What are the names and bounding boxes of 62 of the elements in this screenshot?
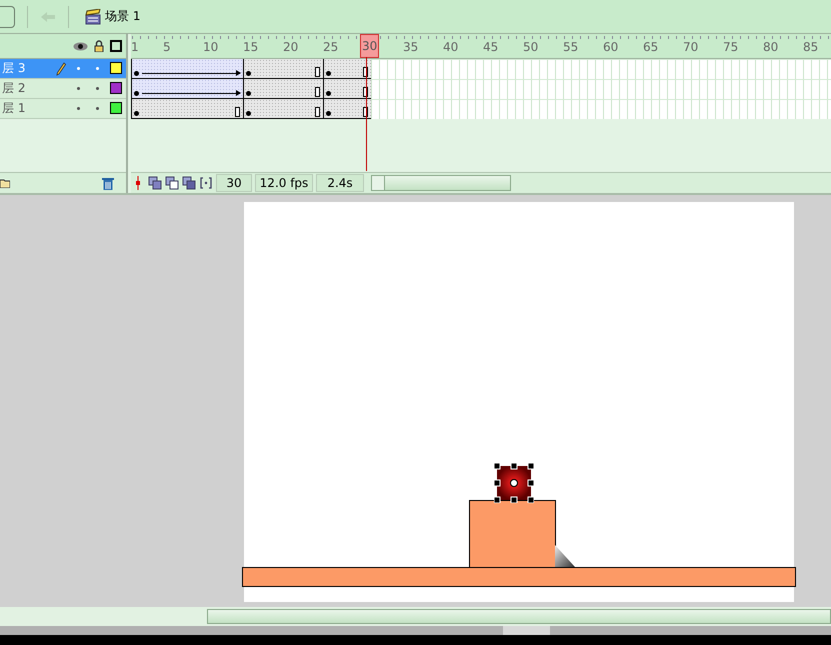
- panel-toggle-tab[interactable]: [503, 626, 550, 635]
- lock-icon[interactable]: [94, 40, 104, 52]
- eye-icon[interactable]: [73, 42, 88, 50]
- frame-span[interactable]: [243, 99, 323, 118]
- layer-row[interactable]: 层 1: [0, 99, 126, 119]
- multiple-frames-icon[interactable]: [182, 176, 196, 190]
- folder-icon[interactable]: [0, 178, 10, 188]
- frame-number: 20: [283, 40, 298, 54]
- lock-dot-icon[interactable]: [96, 107, 99, 110]
- frame-span[interactable]: [243, 79, 323, 98]
- frame-span[interactable]: [323, 59, 371, 78]
- trash-icon[interactable]: [102, 176, 114, 190]
- tween-span[interactable]: [131, 59, 243, 78]
- frame-number: 70: [683, 40, 698, 54]
- horizontal-scrollbar[interactable]: [371, 175, 511, 191]
- frame-number: 50: [523, 40, 538, 54]
- frame-number: 60: [603, 40, 618, 54]
- layer-color-swatch[interactable]: [110, 62, 122, 74]
- lock-dot-icon[interactable]: [96, 87, 99, 90]
- selected-square-drawing[interactable]: [494, 463, 534, 503]
- frame-span[interactable]: [243, 59, 323, 78]
- frame-number: 1: [131, 40, 139, 54]
- frame-span[interactable]: [131, 99, 243, 118]
- outline-icon[interactable]: [110, 40, 122, 52]
- frame-number: 5: [163, 40, 171, 54]
- frame-number: 35: [403, 40, 418, 54]
- tween-span[interactable]: [131, 79, 243, 98]
- visible-dot-icon[interactable]: [77, 67, 80, 70]
- onion-skin-icon[interactable]: [148, 176, 162, 190]
- frame-number: 40: [443, 40, 458, 54]
- clapperboard-icon: [85, 8, 101, 24]
- frame-span[interactable]: [323, 79, 371, 98]
- current-frame-field: 30: [216, 174, 252, 192]
- scroll-thumb[interactable]: [385, 176, 510, 190]
- elapsed-time-field: 2.4s: [316, 174, 364, 192]
- layer-color-swatch[interactable]: [110, 82, 122, 94]
- pencil-icon: [56, 62, 66, 76]
- frame-number: 85: [803, 40, 818, 54]
- visible-dot-icon[interactable]: [77, 87, 80, 90]
- frame-ruler[interactable]: 1 5 10 15 20 25 30 35 40 45 50 55 60 65 70 75 80 85: [131, 34, 831, 59]
- frame-number: 15: [243, 40, 258, 54]
- stage-scrollbar[interactable]: [207, 609, 831, 624]
- layer-color-swatch[interactable]: [110, 102, 122, 114]
- layer-row[interactable]: 层 3: [0, 59, 126, 79]
- wedge-drawing: [555, 545, 575, 567]
- onion-markers-icon[interactable]: [199, 176, 213, 190]
- frame-number: 25: [323, 40, 338, 54]
- frame-number: 30: [360, 34, 380, 58]
- frame-number: 80: [763, 40, 778, 54]
- frame-number: 45: [483, 40, 498, 54]
- frame-number: 10: [203, 40, 218, 54]
- frame-number: 55: [563, 40, 578, 54]
- lock-dot-icon[interactable]: [96, 67, 99, 70]
- toolbar-button[interactable]: [0, 6, 15, 28]
- visible-dot-icon[interactable]: [77, 107, 80, 110]
- scene-label[interactable]: 场景 1: [105, 8, 140, 25]
- frame-number: 65: [643, 40, 658, 54]
- layer-row[interactable]: 层 2: [0, 79, 126, 99]
- frame-number: 75: [723, 40, 738, 54]
- frame-span[interactable]: [323, 99, 371, 118]
- onion-outline-icon[interactable]: [165, 176, 179, 190]
- frame-rate-field[interactable]: 12.0 fps: [255, 174, 313, 192]
